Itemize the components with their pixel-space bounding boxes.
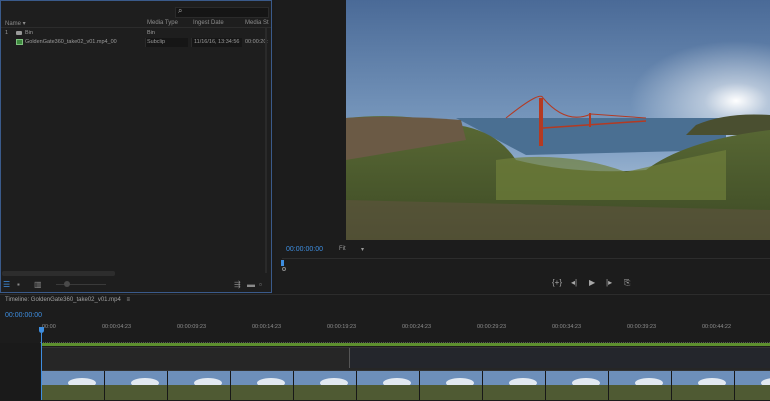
ruler-tick-label: 00:00 <box>42 324 56 330</box>
freeform-view-icon[interactable]: ▥ <box>34 280 42 289</box>
ruler-tick-label: 00:00:29:23 <box>477 324 507 330</box>
row-ingest-date: 11/16/16, 13:34:56 <box>194 39 240 45</box>
project-search-input[interactable]: ⌕ <box>175 6 269 18</box>
project-vertical-scrollbar[interactable] <box>265 28 267 273</box>
row-media-type: Bin <box>147 30 155 36</box>
clip-thumbnail <box>357 371 420 400</box>
ruler-tick-label: 00:00:34:23 <box>552 324 582 330</box>
clip-thumbnail <box>231 371 294 400</box>
ruler-tick-label: 00:00:04:23 <box>102 324 132 330</box>
step-back-button[interactable]: ◂| <box>571 278 577 287</box>
clip-thumbnail <box>294 371 357 400</box>
ruler-tick-label: 00:00:09:23 <box>177 324 207 330</box>
step-forward-button[interactable]: |▸ <box>606 278 612 287</box>
row-media-type: Subclip <box>147 39 166 45</box>
zoom-slider-handle[interactable] <box>64 281 70 287</box>
row-name: GoldenGate360_take02_v01.mp4_00 <box>25 39 117 45</box>
ruler-tick-label: 00:00:24:23 <box>402 324 432 330</box>
project-row-subclip[interactable]: GoldenGate360_take02_v01.mp4_00 Subclip … <box>1 38 271 47</box>
column-header-media-type[interactable]: Media Type <box>147 20 178 26</box>
fit-label: Fit <box>339 246 346 252</box>
ruler-tick-label: 00:00:44:22 <box>702 324 732 330</box>
ruler-tick-label: 00:00:14:23 <box>252 324 282 330</box>
folder-icon <box>16 31 22 35</box>
golden-gate-360-frame <box>346 0 770 240</box>
row-name: Bin <box>25 30 33 36</box>
monitor-time-ruler[interactable] <box>282 258 770 271</box>
column-header-name[interactable]: Name ▾ <box>5 20 26 27</box>
project-row-bin[interactable]: 1 Bin Bin <box>1 29 271 38</box>
automate-to-sequence-icon[interactable]: ⇶ <box>234 280 241 289</box>
clip-thumbnail <box>672 371 735 400</box>
video-clip-thumbnails[interactable] <box>42 371 770 400</box>
zoom-fit-dropdown[interactable]: Fit ▾ <box>339 246 371 254</box>
header-divider <box>1 27 271 28</box>
play-button[interactable]: ▶ <box>589 278 595 287</box>
timeline-tab[interactable]: Timeline: GoldenGate360_take02_v01.mp4 ≡ <box>5 297 130 303</box>
clip-thumbnail <box>735 371 770 400</box>
monitor-playhead[interactable] <box>281 260 284 266</box>
subclip-icon <box>16 39 23 45</box>
track-headers <box>0 343 40 400</box>
timeline-title: Timeline: GoldenGate360_take02_v01.mp4 <box>5 297 121 303</box>
row-index: 1 <box>5 30 9 36</box>
icon-view-icon[interactable]: ▪ <box>17 280 20 289</box>
search-icon: ⌕ <box>178 6 183 15</box>
clip-thumbnail <box>420 371 483 400</box>
timeline-timecode[interactable]: 00:00:00:00 <box>5 312 42 319</box>
panel-menu-icon[interactable]: ≡ <box>127 297 131 303</box>
clip-thumbnail <box>609 371 672 400</box>
clip-thumbnail <box>105 371 168 400</box>
clip-thumbnail <box>168 371 231 400</box>
timeline-ruler[interactable] <box>40 332 770 343</box>
project-horizontal-scrollbar[interactable] <box>2 271 115 276</box>
column-header-media-start[interactable]: Media St <box>245 20 269 26</box>
ruler-tick-label: 00:00:19:23 <box>327 324 357 330</box>
chevron-down-icon: ▾ <box>361 247 365 253</box>
clip-thumbnail <box>42 371 105 400</box>
project-bottom-toolbar: ☰ ▪ ▥ ⇶ ▬ ▫ <box>1 277 271 291</box>
ruler-tick-label: 00:00:39:23 <box>627 324 657 330</box>
monitor-marker-circle <box>282 267 286 271</box>
column-header-ingest-date[interactable]: Ingest Date <box>193 20 224 26</box>
new-bin-icon[interactable]: ▬ <box>247 280 255 289</box>
clip-thumbnail <box>483 371 546 400</box>
mark-in-button[interactable]: {+} <box>552 278 562 287</box>
clip-thumbnail <box>546 371 609 400</box>
monitor-video-frame <box>346 0 770 240</box>
program-timecode[interactable]: 00:00:00:00 <box>286 246 323 253</box>
timeline-playhead-line <box>41 333 42 400</box>
render-status-bar <box>42 343 770 346</box>
new-item-icon[interactable]: ▫ <box>259 280 262 289</box>
track-clip-region[interactable] <box>349 348 770 368</box>
list-view-icon[interactable]: ☰ <box>3 280 10 289</box>
export-frame-button[interactable]: ⎘ <box>624 278 630 288</box>
